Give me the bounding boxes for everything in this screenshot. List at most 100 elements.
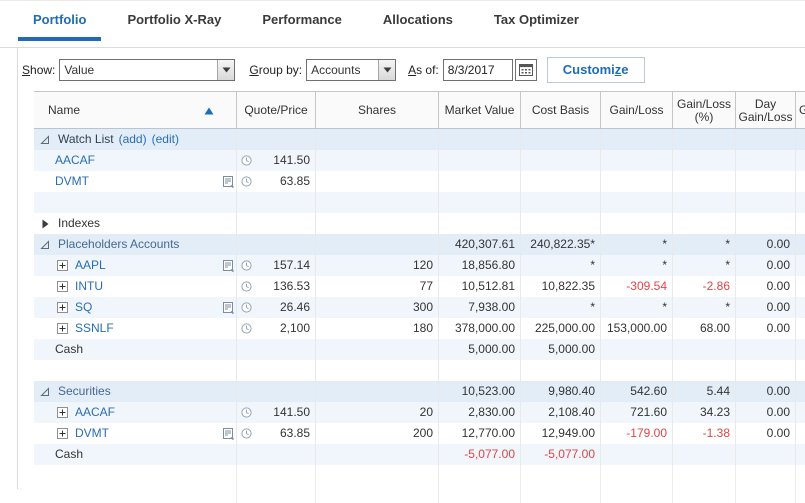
customize-button[interactable]: Customize [547,57,645,83]
table-row: AACAF 141.50 [34,150,805,171]
expand-plus-icon[interactable] [57,302,68,313]
table-row: AACAF 141.50 20 2,830.00 2,108.40 721.60… [34,402,805,423]
ticker-link[interactable]: SQ [75,297,92,318]
report-sheet-icon[interactable] [222,260,234,272]
table-row: INTU 136.53 77 10,512.81 10,822.35 -309.… [34,276,805,297]
grid-header: Name Quote/Price Shares Market Value Cos… [34,91,805,129]
ticker-link[interactable]: INTU [75,276,103,297]
table-row: DVMT 63.85 200 12,770.00 12,949.00 -179.… [34,423,805,444]
clock-icon [241,428,252,439]
tab-performance[interactable]: Performance [262,12,341,27]
tab-tax-optimizer[interactable]: Tax Optimizer [494,12,579,27]
day-gain-loss-cell: 0.00 [736,402,796,423]
gain-loss-cell: * [601,255,673,276]
cost-basis-cell: 240,822.35* [521,234,601,255]
cost-basis-cell: 12,949.00 [521,423,601,444]
market-value-cell: 5,000.00 [439,339,521,360]
gain-loss-cell: * [601,297,673,318]
calendar-icon[interactable] [515,59,537,81]
clock-icon [241,260,252,271]
gain-loss-cell: -309.54 [601,276,673,297]
day-gain-loss-cell: 0.00 [736,234,796,255]
shares-cell: 77 [316,276,439,297]
report-sheet-icon[interactable] [222,176,234,188]
ticker-link[interactable]: AACAF [75,402,115,423]
sort-ascending-icon [204,107,214,115]
group-by-label: Group by: [249,63,302,77]
group-by-select[interactable]: Accounts [306,59,396,81]
ticker-link[interactable]: AACAF [55,150,95,171]
report-sheet-icon[interactable] [222,302,234,314]
quote-value: 63.85 [252,423,315,444]
gain-loss-pct-cell: -1.38 [673,423,736,444]
tab-allocations[interactable]: Allocations [383,12,453,27]
column-header-shares[interactable]: Shares [316,92,439,128]
show-select[interactable]: Value [59,59,235,81]
market-value-cell: 2,830.00 [439,402,521,423]
shares-cell: 20 [316,402,439,423]
show-select-value: Value [60,60,217,80]
ticker-link[interactable]: AAPL [75,255,106,276]
tab-portfolio-x-ray[interactable]: Portfolio X-Ray [127,12,221,27]
expand-plus-icon[interactable] [57,407,68,418]
table-row: SSNLF 2,100 180 378,000.00 225,000.00 15… [34,318,805,339]
group-expanded-triangle-icon[interactable] [40,240,50,250]
cash-label: Cash [34,339,83,360]
group-label[interactable]: Placeholders Accounts [58,234,179,255]
column-header-name[interactable]: Name [34,92,237,128]
column-header-quote-price[interactable]: Quote/Price [237,92,316,128]
column-header-gain-loss[interactable]: Gain/Loss [601,92,673,128]
holdings-grid: Name Quote/Price Shares Market Value Cos… [34,91,805,503]
gain-loss-cell: -179.00 [601,423,673,444]
tab-portfolio[interactable]: Portfolio [33,12,86,27]
group-label[interactable]: Indexes [58,213,100,234]
market-value-cell: 12,770.00 [439,423,521,444]
day-gain-loss-cell: 0.00 [736,423,796,444]
quote-value: 63.85 [252,171,315,192]
table-row: Indexes [34,213,805,234]
chevron-down-icon[interactable] [217,60,234,80]
expand-plus-icon[interactable] [57,260,68,271]
table-row: SQ 26.46 300 7,938.00 * * * 0.00 [34,297,805,318]
group-expanded-triangle-icon[interactable] [40,135,50,145]
expand-plus-icon[interactable] [57,281,68,292]
expand-plus-icon[interactable] [57,428,68,439]
report-sheet-icon[interactable] [222,428,234,440]
group-collapsed-triangle-icon[interactable] [40,219,50,229]
gain-loss-pct-cell: * [673,297,736,318]
column-header-cost-basis[interactable]: Cost Basis [521,92,601,128]
gain-loss-pct-cell: * [673,255,736,276]
table-row: Cash 5,000.00 5,000.00 [34,339,805,360]
as-of-date-input[interactable] [443,59,513,81]
gain-loss-cell: 153,000.00 [601,318,673,339]
group-label[interactable]: Securities [58,381,111,402]
cost-basis-cell: 5,000.00 [521,339,601,360]
cost-basis-cell: 9,980.40 [521,381,601,402]
table-row: Placeholders Accounts 420,307.61 240,822… [34,234,805,255]
ticker-link[interactable]: DVMT [55,171,89,192]
quote-value: 26.46 [252,297,315,318]
shares-cell: 200 [316,423,439,444]
column-header-market-value[interactable]: Market Value [439,92,521,128]
clock-icon [241,302,252,313]
table-row: Securities 10,523.00 9,980.40 542.60 5.4… [34,381,805,402]
market-value-cell: 10,512.81 [439,276,521,297]
group-label[interactable]: Watch List [58,129,114,150]
market-value-cell: 420,307.61 [439,234,521,255]
watchlist-edit-link[interactable]: (edit) [152,129,179,150]
ticker-link[interactable]: SSNLF [75,318,114,339]
day-gain-loss-cell: 0.00 [736,381,796,402]
gain-loss-cell: 721.60 [601,402,673,423]
column-header-gain-loss-pct[interactable]: Gain/Loss (%) [673,92,736,128]
expand-plus-icon[interactable] [57,323,68,334]
column-header-day-gain-loss[interactable]: Day Gain/Loss [736,92,796,128]
clock-icon [241,155,252,166]
chevron-down-icon[interactable] [378,60,395,80]
group-expanded-triangle-icon[interactable] [40,387,50,397]
cost-basis-cell: -5,077.00 [521,444,601,465]
ticker-link[interactable]: DVMT [75,423,109,444]
market-value-cell: 18,856.80 [439,255,521,276]
column-header-clipped[interactable]: G [796,92,805,128]
clock-icon [241,281,252,292]
watchlist-add-link[interactable]: (add) [119,129,147,150]
